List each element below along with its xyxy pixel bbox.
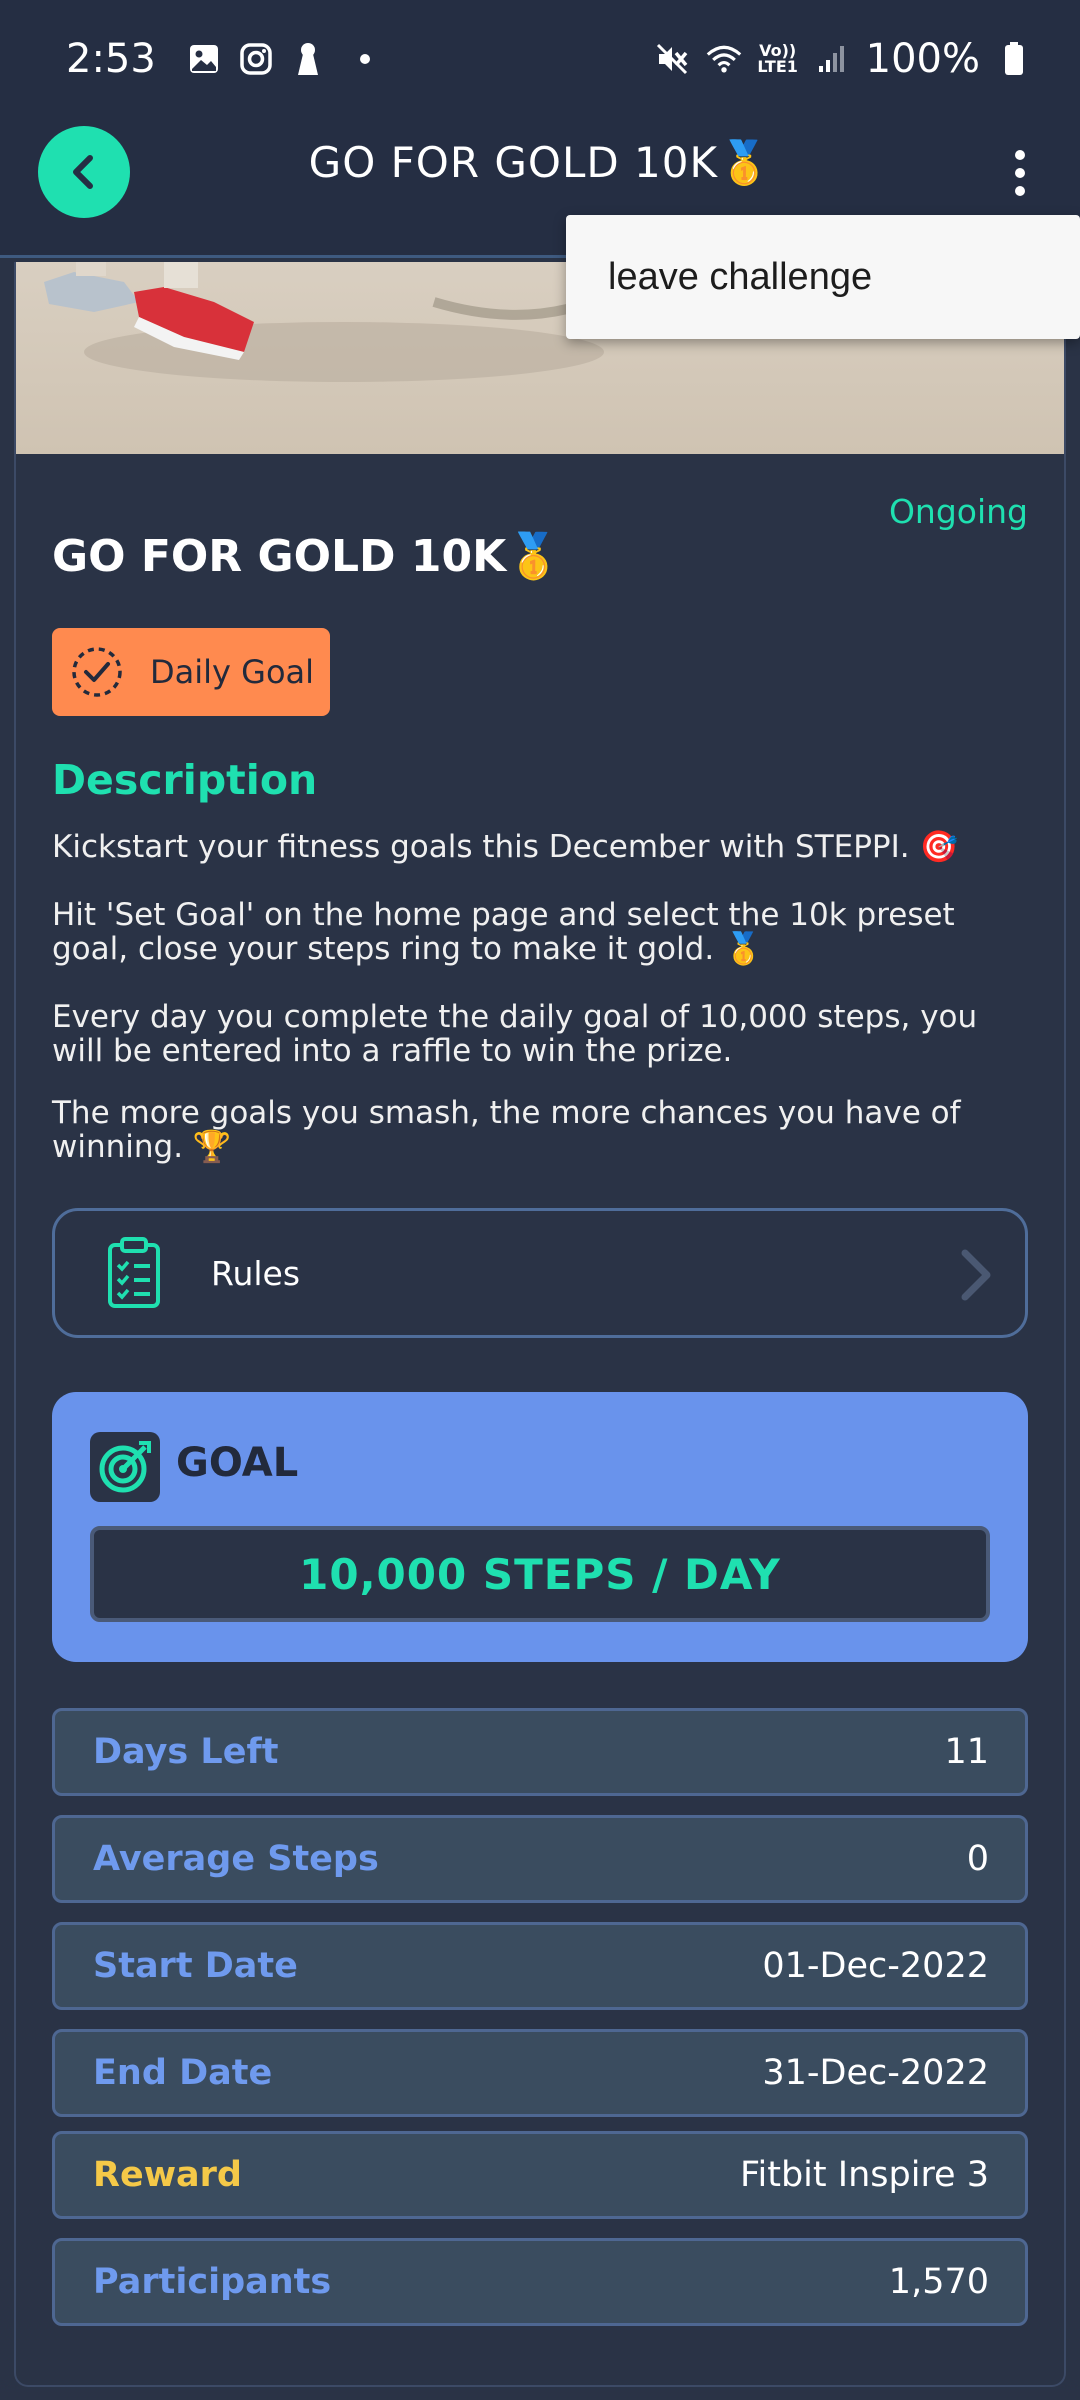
status-left: 2:53 — [66, 36, 370, 82]
stat-label: Reward — [93, 2155, 242, 2195]
goal-type-label: Daily Goal — [150, 653, 315, 691]
instagram-icon — [238, 41, 274, 77]
challenge-status: Ongoing — [888, 492, 1028, 531]
stat-label: Start Date — [93, 1946, 298, 1986]
goal-heading: GOAL — [176, 1440, 299, 1486]
rules-label: Rules — [211, 1253, 301, 1293]
goal-type-badge: Daily Goal — [52, 628, 330, 716]
status-time: 2:53 — [66, 36, 156, 82]
stat-label: Average Steps — [93, 1839, 379, 1879]
leave-challenge-menu-item[interactable]: leave challenge — [608, 256, 872, 299]
description-paragraph: Every day you complete the daily goal of… — [52, 999, 978, 1069]
page-title: GO FOR GOLD 10K🥇 — [308, 138, 772, 187]
volte-bottom: LTE1 — [757, 57, 798, 76]
description-heading: Description — [52, 756, 318, 804]
stat-value: 0 — [966, 1839, 989, 1879]
rules-button[interactable]: Rules — [52, 1208, 1028, 1338]
goal-card: GOAL 10,000 STEPS / DAY — [52, 1392, 1028, 1662]
mute-icon — [654, 41, 690, 77]
status-right: Vo)) LTE1 100% — [654, 36, 1032, 82]
stat-participants: Participants 1,570 — [52, 2238, 1028, 2326]
stat-value: 11 — [944, 1732, 989, 1772]
stat-reward: Reward Fitbit Inspire 3 — [52, 2131, 1028, 2219]
stat-value: 01-Dec-2022 — [762, 1946, 989, 1986]
stat-label: End Date — [93, 2053, 273, 2093]
wifi-icon — [706, 41, 742, 77]
overflow-menu: leave challenge — [566, 215, 1080, 339]
chevron-right-icon — [961, 1249, 991, 1301]
challenge-title: GO FOR GOLD 10K🥇 — [52, 531, 562, 582]
description-paragraph: Kickstart your fitness goals this Decemb… — [52, 829, 959, 865]
stat-end-date: End Date 31-Dec-2022 — [52, 2029, 1028, 2117]
clipboard-checklist-icon — [108, 1237, 160, 1308]
stat-label: Days Left — [93, 1732, 279, 1772]
goal-value: 10,000 STEPS / DAY — [299, 1549, 781, 1599]
battery-icon — [996, 41, 1032, 77]
stat-value: Fitbit Inspire 3 — [739, 2155, 989, 2195]
battery-percent: 100% — [865, 36, 980, 82]
stat-start-date: Start Date 01-Dec-2022 — [52, 1922, 1028, 2010]
dashed-check-circle-icon — [72, 647, 122, 697]
target-icon — [90, 1432, 160, 1502]
goal-value-box: 10,000 STEPS / DAY — [90, 1526, 990, 1622]
keyhole-icon — [290, 41, 326, 77]
gallery-icon — [186, 41, 222, 77]
stat-average-steps: Average Steps 0 — [52, 1815, 1028, 1903]
stat-days-left: Days Left 11 — [52, 1708, 1028, 1796]
notification-dot-icon — [359, 54, 370, 64]
description-paragraph: Hit 'Set Goal' on the home page and sele… — [52, 897, 955, 967]
stat-value: 1,570 — [888, 2262, 989, 2302]
description-paragraph: The more goals you smash, the more chanc… — [52, 1095, 961, 1165]
volte-icon: Vo)) LTE1 — [757, 41, 798, 77]
signal-icon — [814, 41, 850, 77]
status-bar: 2:53 Vo)) LTE1 100% — [0, 0, 1080, 118]
more-options-button[interactable] — [990, 138, 1050, 208]
stat-label: Participants — [93, 2262, 332, 2302]
stat-value: 31-Dec-2022 — [762, 2053, 989, 2093]
more-vert-icon — [1015, 150, 1025, 160]
